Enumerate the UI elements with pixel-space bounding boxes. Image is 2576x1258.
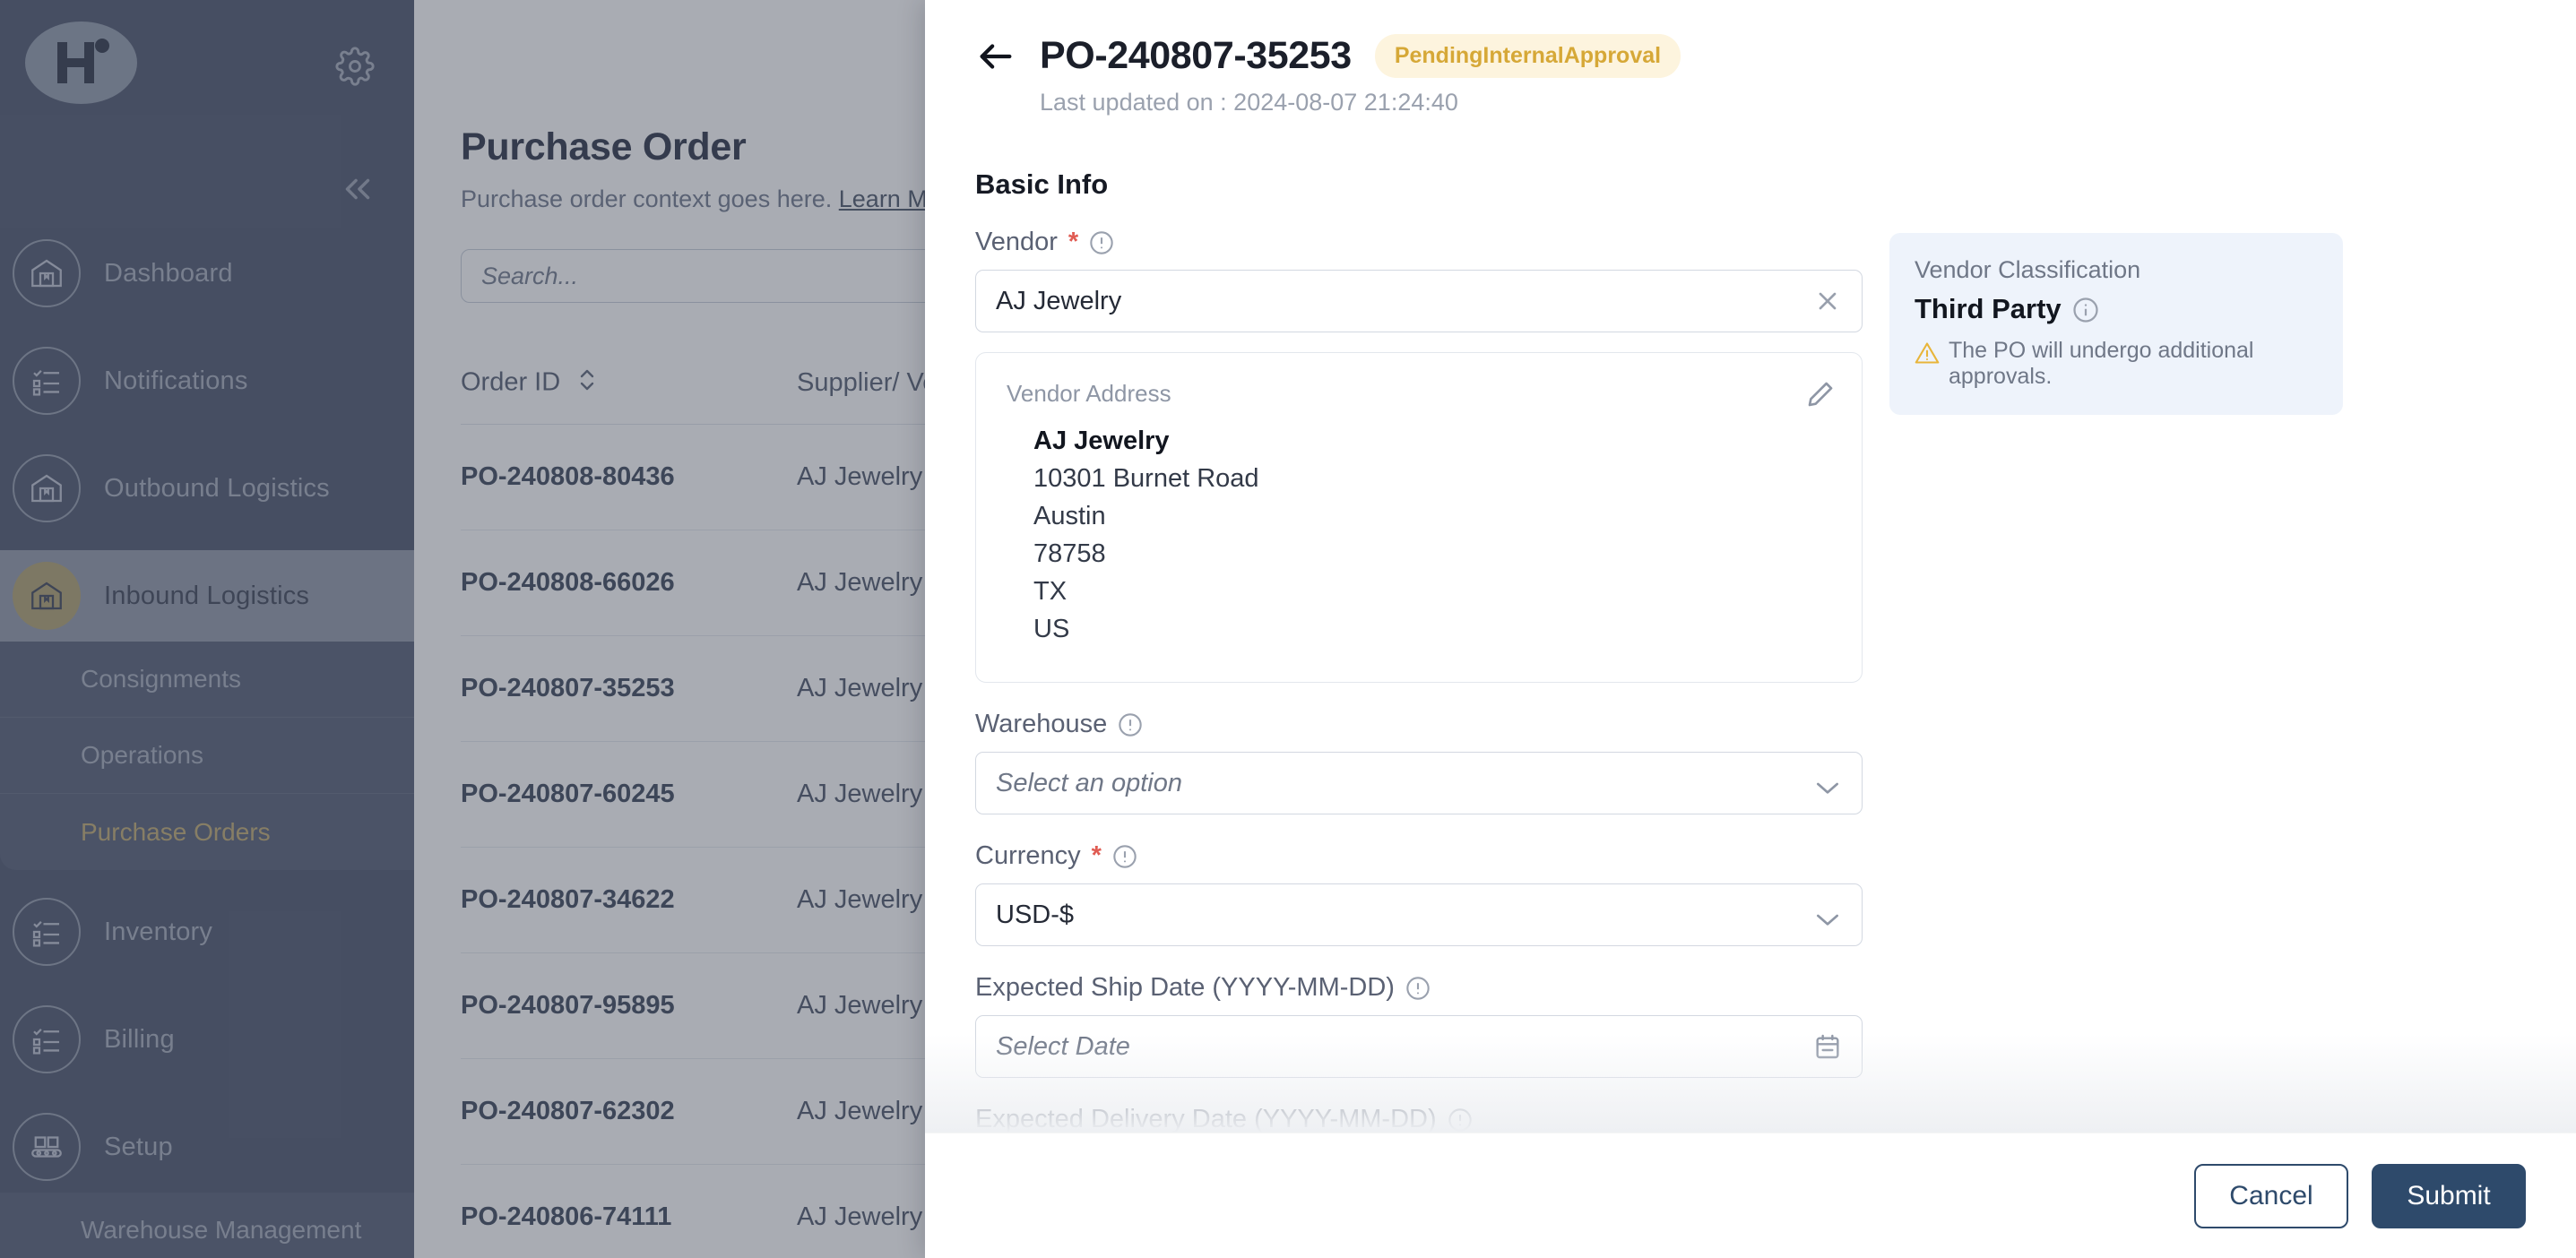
warehouse-select[interactable]: Select an option <box>975 752 1863 814</box>
last-updated-text: Last updated on : 2024-08-07 21:24:40 <box>1040 89 2526 116</box>
purchase-order-detail-panel: PO-240807-35253 PendingInternalApproval … <box>925 0 2576 1258</box>
expected-delivery-date-label-text: Expected Delivery Date (YYYY-MM-DD) <box>975 1105 1437 1133</box>
required-marker: * <box>1068 228 1078 257</box>
expected-ship-date-input[interactable]: Select Date <box>975 1015 1863 1078</box>
expected-delivery-date-field-label: Expected Delivery Date (YYYY-MM-DD) <box>975 1105 1863 1133</box>
warehouse-placeholder: Select an option <box>996 769 1182 798</box>
chevron-down-icon <box>1813 774 1842 792</box>
required-marker: * <box>1092 841 1102 871</box>
warning-triangle-icon <box>1915 341 1940 365</box>
info-circle-icon[interactable] <box>1118 712 1143 737</box>
currency-value: USD-$ <box>996 900 1074 930</box>
info-circle-icon[interactable] <box>1112 844 1137 869</box>
calendar-icon[interactable] <box>1813 1031 1842 1062</box>
info-circle-icon[interactable] <box>1405 976 1431 1001</box>
vendor-address-line: 10301 Burnet Road <box>1033 460 1831 497</box>
currency-select[interactable]: USD-$ <box>975 883 1863 946</box>
vendor-label-text: Vendor <box>975 228 1058 257</box>
vendor-classification-note-text: The PO will undergo additional approvals… <box>1949 338 2318 390</box>
currency-label-text: Currency <box>975 841 1081 871</box>
vendor-classification-value-row: Third Party <box>1915 293 2318 325</box>
vendor-address-label: Vendor Address <box>1007 380 1831 408</box>
vendor-address-line: Austin <box>1033 497 1831 535</box>
modal-header: PO-240807-35253 PendingInternalApproval <box>975 34 2526 78</box>
info-circle-icon[interactable] <box>2072 297 2097 322</box>
warehouse-label-text: Warehouse <box>975 710 1107 739</box>
info-circle-icon[interactable] <box>1089 230 1114 255</box>
close-icon[interactable] <box>1813 287 1842 315</box>
vendor-address-line: 78758 <box>1033 535 1831 573</box>
submit-button[interactable]: Submit <box>2372 1164 2526 1228</box>
currency-field-label: Currency * <box>975 841 1863 871</box>
side-column: Vendor Classification Third Party <box>1889 201 2343 415</box>
form-column: Vendor * AJ Jewelry <box>975 201 1863 1133</box>
vendor-address-line: US <box>1033 610 1831 648</box>
pencil-icon[interactable] <box>1806 380 1835 409</box>
arrow-left-icon[interactable] <box>975 36 1016 77</box>
vendor-value: AJ Jewelry <box>996 287 1121 316</box>
chevron-down-icon <box>1813 906 1842 924</box>
vendor-field-label: Vendor * <box>975 228 1863 257</box>
vendor-address-card: Vendor Address AJ Jewelry10301 Burnet Ro… <box>975 352 1863 683</box>
vendor-classification-label: Vendor Classification <box>1915 256 2318 284</box>
status-badge: PendingInternalApproval <box>1375 34 1681 78</box>
vendor-classification-value: Third Party <box>1915 293 2062 325</box>
info-circle-icon[interactable] <box>1448 1107 1473 1133</box>
vendor-classification-note: The PO will undergo additional approvals… <box>1915 338 2318 390</box>
vendor-address-line: TX <box>1033 573 1831 610</box>
page-title: PO-240807-35253 <box>1040 34 1352 78</box>
vendor-address-name: AJ Jewelry <box>1033 422 1831 460</box>
expected-ship-date-field-label: Expected Ship Date (YYYY-MM-DD) <box>975 973 1863 1003</box>
app-root: Dashboard Notifications <box>0 0 2576 1258</box>
vendor-classification-card: Vendor Classification Third Party <box>1889 233 2343 415</box>
warehouse-field-label: Warehouse <box>975 710 1863 739</box>
modal-footer: Cancel Submit <box>925 1133 2576 1258</box>
expected-ship-date-placeholder: Select Date <box>996 1032 1130 1062</box>
vendor-input[interactable]: AJ Jewelry <box>975 270 1863 332</box>
section-title-basic-info: Basic Info <box>975 168 2526 201</box>
modal-scroll-area[interactable]: PO-240807-35253 PendingInternalApproval … <box>925 0 2576 1133</box>
cancel-button[interactable]: Cancel <box>2194 1164 2348 1228</box>
vendor-address-lines: AJ Jewelry10301 Burnet RoadAustin78758TX… <box>1007 422 1831 648</box>
expected-ship-date-label-text: Expected Ship Date (YYYY-MM-DD) <box>975 973 1395 1003</box>
